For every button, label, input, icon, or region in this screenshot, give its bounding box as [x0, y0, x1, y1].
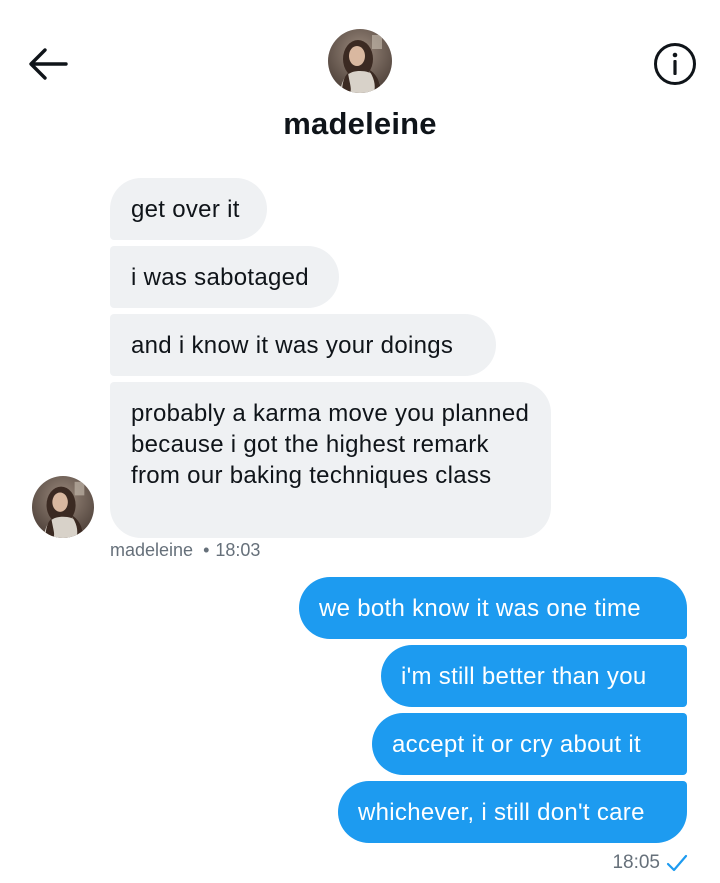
separator-dot: • [203, 540, 210, 560]
sent-message[interactable]: whichever, i still don't care [338, 781, 687, 843]
arrow-left-icon [29, 48, 68, 80]
back-button[interactable] [26, 42, 70, 86]
sent-meta: 18:05 [612, 852, 688, 874]
sender-name: madeleine [110, 540, 194, 560]
sent-message[interactable]: accept it or cry about it [372, 713, 687, 775]
info-icon [654, 43, 696, 85]
sent-message[interactable]: we both know it was one time [299, 577, 687, 639]
received-message[interactable]: probably a karma move you planned becaus… [110, 382, 551, 538]
received-meta: madeleine • 18:03 [110, 540, 260, 561]
contact-name[interactable]: madeleine [0, 106, 720, 142]
sender-avatar[interactable] [32, 476, 94, 538]
received-message[interactable]: and i know it was your doings [110, 314, 496, 376]
contact-avatar[interactable] [328, 29, 392, 93]
received-timestamp: 18:03 [215, 540, 261, 560]
sent-message[interactable]: i'm still better than you [381, 645, 687, 707]
received-message[interactable]: get over it [110, 178, 267, 240]
sent-timestamp: 18:05 [612, 852, 660, 873]
received-message[interactable]: i was sabotaged [110, 246, 339, 308]
checkmark-icon [666, 853, 688, 873]
info-button[interactable] [652, 41, 698, 87]
